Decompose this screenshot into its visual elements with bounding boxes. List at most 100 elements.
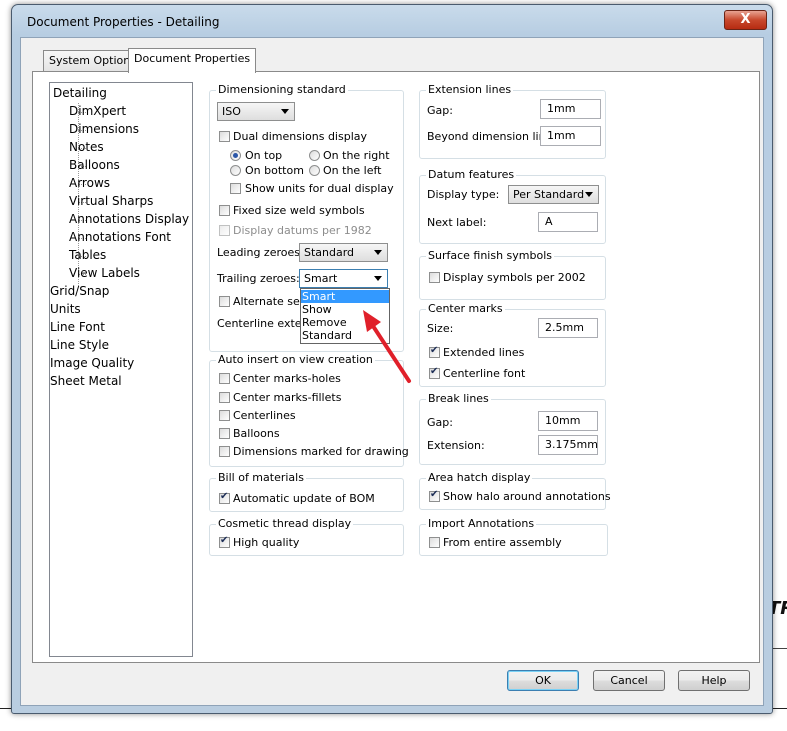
alternate-section-label: Alternate sec [233, 295, 306, 308]
ok-button[interactable]: OK [507, 670, 579, 691]
import-annotations-title: Import Annotations [426, 517, 537, 530]
arrow-head [363, 310, 381, 332]
tree-item-arrows[interactable]: Arrows [69, 176, 110, 190]
leading-zeroes-combo[interactable]: Standard [299, 243, 388, 262]
break-lines-group: Break lines [419, 392, 606, 465]
tree-item-annotations-font[interactable]: Annotations Font [69, 230, 171, 244]
display-type-label: Display type: [427, 188, 500, 201]
datums-1982-label: Display datums per 1982 [233, 224, 372, 237]
show-units-checkbox[interactable] [230, 183, 241, 194]
fixed-weld-checkbox[interactable] [219, 205, 230, 216]
dual-dimensions-checkbox[interactable] [219, 131, 230, 142]
tab-document-properties[interactable]: Document Properties [128, 48, 257, 73]
auto-insert-title: Auto insert on view creation [216, 353, 375, 366]
help-button[interactable]: Help [678, 670, 750, 691]
balloons-checkbox[interactable] [219, 428, 230, 439]
on-top-radio[interactable] [230, 150, 241, 161]
tree-item-image-quality[interactable]: Image Quality [50, 356, 134, 370]
red-arrow-annotation [363, 310, 411, 383]
centerlines-checkbox[interactable] [219, 410, 230, 421]
dimensioning-standard-title: Dimensioning standard [216, 83, 348, 96]
options-tree: Detailing DimXpert Dimensions Notes Ball… [49, 82, 193, 657]
tree-item-detailing[interactable]: Detailing [53, 86, 107, 100]
extended-lines-label: Extended lines [443, 346, 525, 359]
entire-assembly-checkbox[interactable] [429, 537, 440, 548]
close-button[interactable]: X [724, 10, 767, 30]
surface-finish-title: Surface finish symbols [426, 249, 555, 262]
balloons-label: Balloons [233, 427, 280, 440]
display-type-value: Per Standard [513, 188, 585, 201]
center-size-field[interactable]: 2.5mm [538, 318, 598, 338]
next-label-field[interactable]: A [538, 212, 598, 232]
entire-assembly-label: From entire assembly [443, 536, 562, 549]
datums-1982-checkbox[interactable] [219, 225, 230, 236]
cosmetic-thread-title: Cosmetic thread display [216, 517, 354, 530]
show-halo-checkbox[interactable] [429, 489, 440, 502]
break-gap-field[interactable]: 10mm [538, 411, 598, 431]
ext-gap-field[interactable]: 1mm [540, 99, 601, 119]
chevron-down-icon [585, 192, 593, 197]
extension-lines-title: Extension lines [426, 83, 514, 96]
on-right-radio[interactable] [309, 150, 320, 161]
on-bottom-radio[interactable] [230, 165, 241, 176]
beyond-dimension-field[interactable]: 1mm [540, 126, 601, 146]
break-extension-field[interactable]: 3.175mm [538, 435, 598, 455]
extended-lines-checkbox[interactable] [429, 345, 440, 358]
tree-item-annotations-display[interactable]: Annotations Display [69, 212, 189, 226]
on-left-radio[interactable] [309, 165, 320, 176]
on-left-label: On the left [323, 164, 382, 177]
tree-item-dimxpert[interactable]: DimXpert [69, 104, 126, 118]
break-lines-title: Break lines [426, 392, 491, 405]
break-gap-label: Gap: [427, 416, 453, 429]
fixed-weld-label: Fixed size weld symbols [233, 204, 365, 217]
auto-update-bom-checkbox[interactable] [219, 491, 230, 504]
trailing-zeroes-label: Trailing zeroes: [217, 272, 300, 285]
tree-item-line-font[interactable]: Line Font [50, 320, 105, 334]
tree-item-virtual-sharps[interactable]: Virtual Sharps [69, 194, 153, 208]
break-extension-label: Extension: [427, 439, 485, 452]
centerline-font-checkbox[interactable] [429, 366, 440, 379]
on-right-label: On the right [323, 149, 390, 162]
cancel-button[interactable]: Cancel [593, 670, 665, 691]
dropdown-option-smart[interactable]: Smart [301, 290, 389, 303]
tree-item-tables[interactable]: Tables [69, 248, 106, 262]
display-type-combo[interactable]: Per Standard [508, 185, 599, 204]
leading-zeroes-label: Leading zeroes: [217, 246, 304, 259]
ext-gap-label: Gap: [427, 104, 453, 117]
dimensions-marked-checkbox[interactable] [219, 446, 230, 457]
symbols-2002-checkbox[interactable] [429, 272, 440, 283]
tree-item-units[interactable]: Units [50, 302, 81, 316]
window-title: Document Properties - Detailing [27, 15, 220, 29]
tree-item-grid-snap[interactable]: Grid/Snap [50, 284, 109, 298]
standard-combo-value: ISO [222, 105, 241, 118]
center-marks-fillets-checkbox[interactable] [219, 392, 230, 403]
chevron-down-icon [374, 276, 382, 281]
on-bottom-label: On bottom [245, 164, 304, 177]
tree-item-view-labels[interactable]: View Labels [69, 266, 140, 280]
next-label-label: Next label: [427, 216, 487, 229]
datum-features-title: Datum features [426, 168, 517, 181]
center-marks-holes-label: Center marks-holes [233, 372, 341, 385]
beyond-dimension-label: Beyond dimension line: [427, 130, 557, 143]
tree-item-line-style[interactable]: Line Style [50, 338, 109, 352]
show-units-label: Show units for dual display [245, 182, 394, 195]
dimensions-marked-label: Dimensions marked for drawing [233, 445, 409, 458]
centerline-extension-label: Centerline exten [217, 317, 309, 330]
chevron-down-icon [281, 109, 289, 114]
standard-combo[interactable]: ISO [217, 102, 295, 121]
tree-item-balloons[interactable]: Balloons [69, 158, 120, 172]
auto-update-bom-label: Automatic update of BOM [233, 492, 375, 505]
trailing-zeroes-value: Smart [304, 272, 338, 285]
center-marks-holes-checkbox[interactable] [219, 373, 230, 384]
on-top-label: On top [245, 149, 283, 162]
center-size-label: Size: [427, 322, 454, 335]
area-hatch-title: Area hatch display [426, 471, 533, 484]
trailing-zeroes-combo[interactable]: Smart [299, 269, 388, 288]
tree-item-dimensions[interactable]: Dimensions [69, 122, 139, 136]
bom-title: Bill of materials [216, 471, 306, 484]
chevron-down-icon [374, 250, 382, 255]
high-quality-checkbox[interactable] [219, 535, 230, 548]
tree-item-notes[interactable]: Notes [69, 140, 104, 154]
alternate-section-checkbox[interactable] [219, 296, 230, 307]
tree-item-sheet-metal[interactable]: Sheet Metal [50, 374, 122, 388]
